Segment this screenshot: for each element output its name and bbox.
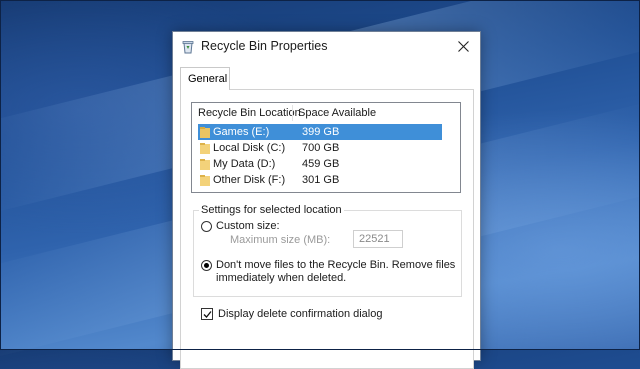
space-available: 700 GB <box>302 142 340 154</box>
title-bar[interactable]: Recycle Bin Properties <box>173 32 480 62</box>
window-title: Recycle Bin Properties <box>201 39 328 53</box>
folder-icon <box>200 143 210 154</box>
list-item-local-disk[interactable]: Local Disk (C:) 700 GB <box>198 140 442 156</box>
column-divider[interactable] <box>292 105 293 121</box>
custom-size-label[interactable]: Custom size: <box>216 220 280 232</box>
space-available: 459 GB <box>302 158 340 170</box>
tab-general-label: General <box>188 73 228 85</box>
checkmark-icon <box>203 311 212 318</box>
recycle-bin-properties-dialog: Recycle Bin Properties General Recycle B… <box>172 31 481 369</box>
list-header: Recycle Bin Location Space Available <box>192 103 460 122</box>
recycle-bin-location-list[interactable]: Recycle Bin Location Space Available Gam… <box>191 102 461 193</box>
location-name: Other Disk (F:) <box>213 174 286 186</box>
delete-confirmation-checkbox[interactable] <box>201 308 213 320</box>
recycle-bin-icon <box>181 40 195 54</box>
dont-move-files-radio[interactable] <box>201 260 212 271</box>
dont-move-files-label-line2[interactable]: immediately when deleted. <box>216 272 346 284</box>
close-icon <box>458 41 469 52</box>
folder-icon <box>200 159 210 170</box>
location-name: Local Disk (C:) <box>213 142 286 154</box>
max-size-input[interactable]: 22521 <box>353 230 403 248</box>
max-size-label: Maximum size (MB): <box>230 234 331 246</box>
location-name: Games (E:) <box>213 126 270 138</box>
dont-move-files-label[interactable]: Don't move files to the Recycle Bin. Rem… <box>216 259 455 271</box>
delete-confirmation-label[interactable]: Display delete confirmation dialog <box>218 308 382 320</box>
settings-group-label: Settings for selected location <box>199 204 344 216</box>
column-header-location[interactable]: Recycle Bin Location <box>198 107 301 119</box>
column-header-space[interactable]: Space Available <box>298 107 376 119</box>
list-item-my-data[interactable]: My Data (D:) 459 GB <box>198 156 442 172</box>
folder-icon <box>200 175 210 186</box>
folder-icon <box>200 127 210 138</box>
list-item-other-disk[interactable]: Other Disk (F:) 301 GB <box>198 172 442 188</box>
space-available: 399 GB <box>302 126 340 138</box>
tab-general[interactable]: General <box>180 67 230 90</box>
custom-size-radio[interactable] <box>201 221 212 232</box>
space-available: 301 GB <box>302 174 340 186</box>
location-name: My Data (D:) <box>213 158 276 170</box>
close-button[interactable] <box>446 32 480 62</box>
list-item-games[interactable]: Games (E:) 399 GB <box>198 124 442 140</box>
